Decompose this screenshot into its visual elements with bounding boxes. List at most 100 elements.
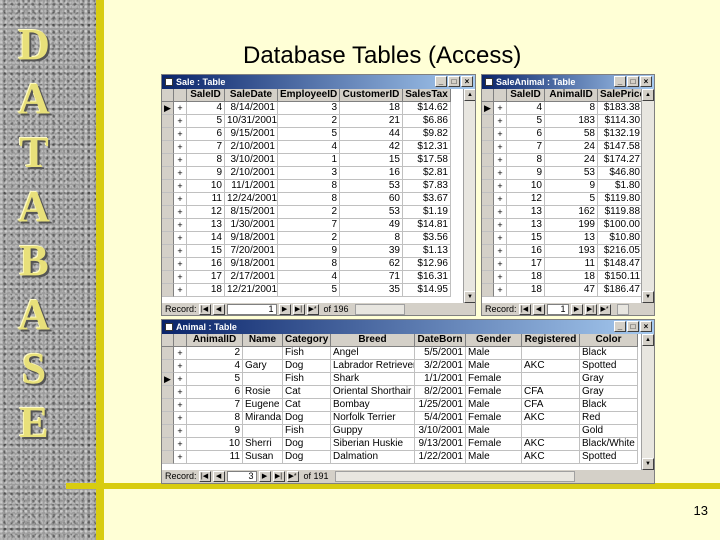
table-cell[interactable]: CFA — [522, 399, 580, 412]
table-cell[interactable]: 18 — [545, 271, 598, 284]
table-cell[interactable]: 13 — [545, 232, 598, 245]
record-selector[interactable] — [162, 258, 174, 271]
table-cell[interactable]: 14 — [187, 232, 225, 245]
column-header[interactable]: SaleID — [507, 89, 545, 102]
expand-plus-icon[interactable]: + — [174, 102, 187, 115]
record-selector[interactable] — [162, 399, 174, 412]
table-cell[interactable]: 5 — [545, 193, 598, 206]
expand-plus-icon[interactable]: + — [494, 219, 507, 232]
table-row[interactable]: +2 Fish Angel 5/5/2001 Male Black — [162, 347, 638, 360]
record-selector[interactable] — [482, 141, 494, 154]
table-cell[interactable]: 10 — [187, 180, 225, 193]
saleanimal-table-window[interactable]: SaleAnimal : Table _ □ × SaleID AnimalID S… — [481, 74, 655, 316]
table-cell[interactable]: 5 — [187, 115, 225, 128]
table-cell[interactable]: 13 — [507, 219, 545, 232]
expand-plus-icon[interactable]: + — [174, 438, 187, 451]
table-cell[interactable]: Fish — [283, 373, 331, 386]
expand-plus-icon[interactable]: + — [174, 128, 187, 141]
record-selector[interactable] — [162, 128, 174, 141]
table-cell[interactable]: 15 — [507, 232, 545, 245]
table-cell[interactable]: 11 — [187, 193, 225, 206]
table-cell[interactable]: CFA — [522, 386, 580, 399]
table-cell[interactable]: 162 — [545, 206, 598, 219]
table-cell[interactable]: $148.47 — [598, 258, 642, 271]
table-cell[interactable]: Dalmation — [331, 451, 415, 464]
corner-selector[interactable] — [162, 89, 174, 102]
record-selector[interactable] — [482, 180, 494, 193]
maximize-button[interactable]: □ — [627, 321, 639, 332]
table-cell[interactable]: 8 — [187, 154, 225, 167]
first-record-icon[interactable]: |◀ — [198, 304, 211, 315]
column-header[interactable]: CustomerID — [340, 89, 403, 102]
record-selector[interactable] — [162, 284, 174, 297]
expand-plus-icon[interactable]: + — [494, 102, 507, 115]
saleanimal-titlebar[interactable]: SaleAnimal : Table _ □ × — [482, 75, 654, 89]
table-cell[interactable]: $147.58 — [598, 141, 642, 154]
table-cell[interactable]: $3.67 — [403, 193, 451, 206]
table-cell[interactable]: 18 — [187, 284, 225, 297]
last-record-icon[interactable]: ▶| — [584, 304, 597, 315]
new-record-icon[interactable]: ▶* — [598, 304, 611, 315]
table-cell[interactable]: $7.83 — [403, 180, 451, 193]
table-cell[interactable]: 71 — [340, 271, 403, 284]
table-cell[interactable]: 12/24/2001 — [225, 193, 278, 206]
column-header[interactable]: SalesTax — [403, 89, 451, 102]
table-cell[interactable]: $174.27 — [598, 154, 642, 167]
table-cell[interactable]: Black/White — [580, 438, 638, 451]
table-row[interactable]: +8 Miranda Dog Norfolk Terrier 5/4/2001 Femal… — [162, 412, 638, 425]
table-cell[interactable]: $46.80 — [598, 167, 642, 180]
table-cell[interactable]: Gary — [243, 360, 283, 373]
table-row[interactable]: +12 8/15/2001 2 53 $1.19 — [162, 206, 451, 219]
column-header[interactable]: Registered — [522, 334, 580, 347]
table-cell[interactable]: $16.31 — [403, 271, 451, 284]
horizontal-scrollbar[interactable] — [334, 471, 575, 482]
expand-plus-icon[interactable]: + — [174, 425, 187, 438]
column-header[interactable]: Breed — [331, 334, 415, 347]
record-selector[interactable] — [482, 128, 494, 141]
table-cell[interactable]: $14.95 — [403, 284, 451, 297]
record-selector[interactable] — [482, 232, 494, 245]
table-row[interactable]: +18 47 $186.47 — [482, 284, 642, 297]
table-row[interactable]: +17 2/17/2001 4 71 $16.31 — [162, 271, 451, 284]
next-record-icon[interactable]: ▶ — [278, 304, 291, 315]
table-cell[interactable]: Eugene — [243, 399, 283, 412]
table-cell[interactable]: Male — [466, 399, 522, 412]
table-cell[interactable]: Bombay — [331, 399, 415, 412]
close-button[interactable]: × — [461, 76, 473, 87]
expand-plus-icon[interactable]: + — [494, 128, 507, 141]
table-cell[interactable]: 6 — [187, 386, 243, 399]
expand-plus-icon[interactable]: + — [494, 141, 507, 154]
table-cell[interactable]: 4 — [278, 271, 340, 284]
record-selector[interactable] — [482, 206, 494, 219]
expand-plus-icon[interactable]: + — [174, 115, 187, 128]
table-cell[interactable]: Guppy — [331, 425, 415, 438]
table-cell[interactable]: 7 — [507, 141, 545, 154]
table-cell[interactable]: 9 — [278, 245, 340, 258]
table-cell[interactable]: 2 — [278, 115, 340, 128]
column-header[interactable]: EmployeeID — [278, 89, 340, 102]
table-cell[interactable]: Female — [466, 373, 522, 386]
table-cell[interactable]: $186.47 — [598, 284, 642, 297]
table-cell[interactable]: 4 — [187, 360, 243, 373]
table-cell[interactable]: 53 — [545, 167, 598, 180]
next-record-icon[interactable]: ▶ — [570, 304, 583, 315]
scroll-down-icon[interactable]: ▼ — [642, 291, 654, 303]
current-record-arrow-icon[interactable]: ▶ — [482, 102, 494, 115]
expand-plus-icon[interactable]: + — [494, 245, 507, 258]
record-number-input[interactable]: 1 — [546, 304, 569, 315]
table-cell[interactable]: $119.88 — [598, 206, 642, 219]
table-cell[interactable]: 15 — [187, 245, 225, 258]
table-cell[interactable]: 42 — [340, 141, 403, 154]
minimize-button[interactable]: _ — [614, 76, 626, 87]
table-cell[interactable]: $114.30 — [598, 115, 642, 128]
record-selector[interactable] — [482, 115, 494, 128]
table-cell[interactable]: 2/17/2001 — [225, 271, 278, 284]
expand-plus-icon[interactable]: + — [494, 167, 507, 180]
table-cell[interactable]: 3/10/2001 — [415, 425, 466, 438]
expand-plus-icon[interactable]: + — [174, 399, 187, 412]
vertical-scrollbar[interactable]: ▲ ▼ — [463, 89, 475, 303]
expand-plus-icon[interactable]: + — [494, 206, 507, 219]
table-cell[interactable]: 2/10/2001 — [225, 167, 278, 180]
expand-plus-icon[interactable]: + — [174, 232, 187, 245]
table-cell[interactable]: $183.38 — [598, 102, 642, 115]
